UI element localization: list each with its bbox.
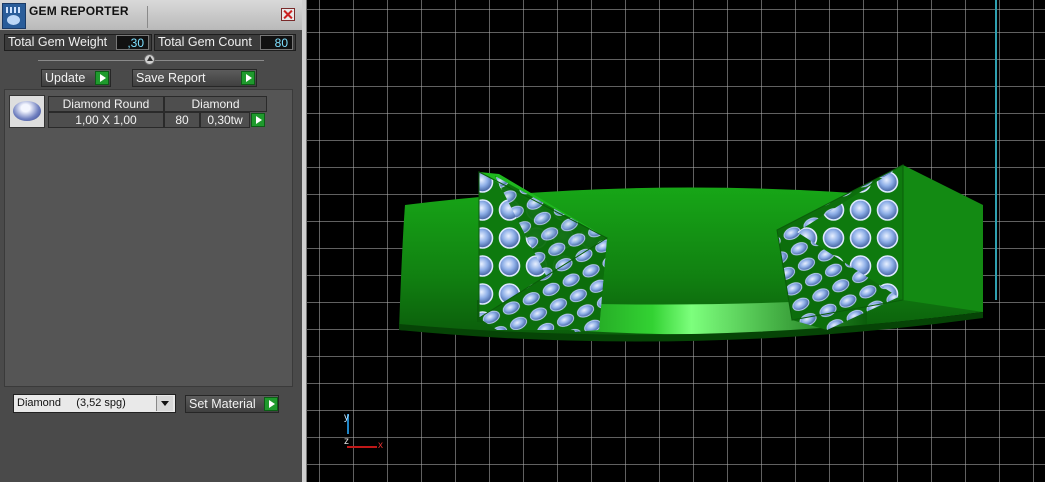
set-material-button-label: Set Material (189, 397, 256, 411)
gem-size-cell: 1,00 X 1,00 (48, 112, 164, 128)
total-weight-label: Total Gem Weight (8, 35, 108, 49)
gem-reporter-panel: GEM REPORTER Total Gem Weight ,30 Total … (0, 0, 302, 482)
material-select[interactable]: Diamond (3,52 spg) (13, 394, 176, 413)
right-pave-head (776, 164, 983, 330)
total-count-field[interactable]: 80 (260, 35, 293, 50)
total-weight-field[interactable]: ,30 (116, 35, 149, 50)
panel-title: GEM REPORTER (29, 4, 129, 18)
save-report-play-icon[interactable] (241, 71, 255, 85)
gem-weight-cell: 0,30tw (200, 112, 250, 128)
update-button-label: Update (45, 71, 86, 85)
gem-count-cell: 80 (164, 112, 200, 128)
gizmo-y-label: y (344, 412, 349, 423)
gem-shape-cell: Diamond Round (48, 96, 164, 112)
gizmo-x-label: x (378, 440, 383, 451)
panel-titlebar[interactable]: GEM REPORTER (0, 0, 302, 30)
chevron-down-icon[interactable] (156, 396, 173, 411)
total-count-label: Total Gem Count (158, 35, 252, 49)
gizmo-x-axis (347, 446, 377, 448)
ring-render (399, 164, 983, 342)
y-axis-line (995, 0, 997, 300)
collapse-up-icon[interactable] (144, 54, 155, 65)
round-gem-thumbnail-icon (9, 95, 45, 128)
gem-list (4, 89, 293, 387)
gem-row-play-icon[interactable] (251, 113, 265, 127)
set-material-play-icon[interactable] (264, 397, 278, 411)
gem-reporter-app-icon (2, 3, 26, 29)
title-tab-divider (147, 6, 148, 28)
save-report-button-label: Save Report (136, 71, 206, 85)
gem-material-cell: Diamond (164, 96, 267, 112)
gizmo-z-label: z (344, 436, 349, 447)
update-play-icon[interactable] (95, 71, 109, 85)
save-report-button[interactable]: Save Report (132, 69, 257, 87)
3d-viewport[interactable]: y z x (307, 0, 1045, 482)
close-icon[interactable] (281, 8, 295, 21)
